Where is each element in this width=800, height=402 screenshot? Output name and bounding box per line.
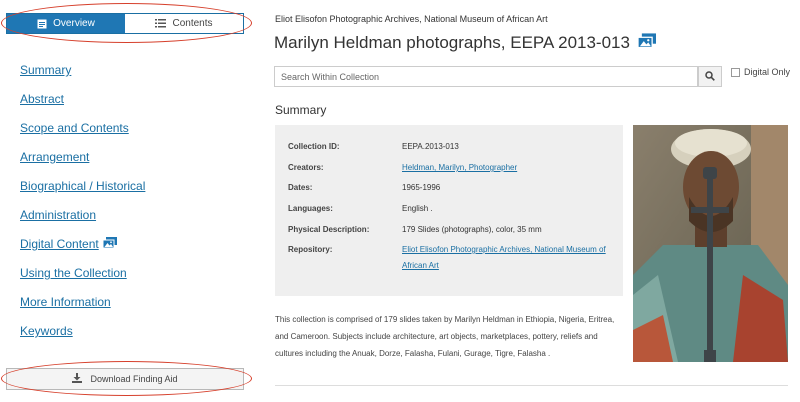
sidebar-link-biographical-historical[interactable]: Biographical / Historical [20, 179, 145, 194]
page-title: Marilyn Heldman photographs, EEPA 2013-0… [274, 33, 630, 52]
tab-overview[interactable]: Overview [7, 14, 125, 33]
sidebar-item-more-information: More Information [20, 295, 145, 324]
download-icon [72, 373, 83, 385]
search-icon [705, 68, 715, 86]
sidebar-item-summary: Summary [20, 63, 145, 92]
repository-link[interactable]: Eliot Elisofon Photographic Archives, Na… [402, 242, 617, 274]
summary-label: Physical Description: [288, 225, 370, 234]
collection-description: This collection is comprised of 179 slid… [275, 315, 615, 358]
breadcrumb: Eliot Elisofon Photographic Archives, Na… [275, 14, 548, 24]
sidebar-link-digital-content[interactable]: Digital Content [20, 237, 117, 252]
digital-only-checkbox[interactable] [731, 67, 740, 77]
summary-value: English . [402, 204, 433, 213]
sidebar-item-biographical-historical: Biographical / Historical [20, 179, 145, 208]
summary-label: Collection ID: [288, 142, 340, 151]
sidebar-item-abstract: Abstract [20, 92, 145, 121]
images-icon [102, 237, 117, 252]
summary-row-physical-description: Physical Description: 179 Slides (photog… [288, 222, 617, 238]
sidebar-item-scope-and-contents: Scope and Contents [20, 121, 145, 150]
summary-heading: Summary [275, 103, 327, 117]
digital-only-filter[interactable]: Digital Only [731, 67, 790, 77]
download-finding-aid-label: Download Finding Aid [90, 374, 178, 384]
sidebar-item-administration: Administration [20, 208, 145, 237]
sidebar-link-keywords[interactable]: Keywords [20, 324, 73, 339]
view-tabs: Overview Contents [6, 13, 244, 34]
sidebar-link-administration[interactable]: Administration [20, 208, 96, 223]
title-row: Marilyn Heldman photographs, EEPA 2013-0… [274, 33, 656, 53]
sidebar-link-abstract[interactable]: Abstract [20, 92, 64, 107]
download-finding-aid-button[interactable]: Download Finding Aid [6, 368, 244, 390]
summary-row-creators: Creators: Heldman, Marilyn, Photographer [288, 160, 617, 176]
summary-row-dates: Dates: 1965-1996 [288, 180, 617, 196]
sidebar-item-keywords: Keywords [20, 324, 145, 353]
summary-label: Dates: [288, 183, 313, 192]
summary-value: 1965-1996 [402, 183, 441, 192]
sidebar-item-arrangement: Arrangement [20, 150, 145, 179]
collection-photo [633, 125, 788, 362]
search-button[interactable] [698, 66, 722, 87]
summary-row-collection-id: Collection ID: EEPA.2013-013 [288, 139, 617, 155]
summary-panel: Collection ID: EEPA.2013-013 Creators: H… [275, 125, 623, 296]
section-divider [275, 385, 788, 386]
summary-row-languages: Languages: English . [288, 201, 617, 217]
sidebar-link-summary[interactable]: Summary [20, 63, 71, 78]
images-icon [637, 33, 656, 53]
tab-contents-label: Contents [172, 18, 213, 29]
summary-label: Languages: [288, 204, 333, 213]
sidebar-link-digital-content-label: Digital Content [20, 237, 99, 251]
tab-overview-label: Overview [53, 18, 95, 29]
summary-label: Creators: [288, 163, 324, 172]
sidebar-item-using-the-collection: Using the Collection [20, 266, 145, 295]
sidebar-link-scope-and-contents[interactable]: Scope and Contents [20, 121, 129, 136]
sidebar-item-digital-content: Digital Content [20, 237, 145, 266]
search-input[interactable] [274, 66, 698, 87]
sidebar-link-arrangement[interactable]: Arrangement [20, 150, 89, 165]
summary-row-repository: Repository: Eliot Elisofon Photographic … [288, 242, 617, 274]
document-icon [37, 19, 47, 29]
summary-value: EEPA.2013-013 [402, 142, 459, 151]
digital-only-label: Digital Only [744, 67, 791, 77]
creator-link[interactable]: Heldman, Marilyn, Photographer [402, 160, 617, 176]
sidebar-link-more-information[interactable]: More Information [20, 295, 111, 310]
list-icon [155, 19, 167, 28]
sidebar-nav: Summary Abstract Scope and Contents Arra… [20, 63, 145, 353]
summary-value: 179 Slides (photographs), color, 35 mm [402, 225, 542, 234]
sidebar-link-using-the-collection[interactable]: Using the Collection [20, 266, 127, 281]
tab-contents[interactable]: Contents [125, 14, 243, 33]
summary-label: Repository: [288, 245, 333, 254]
